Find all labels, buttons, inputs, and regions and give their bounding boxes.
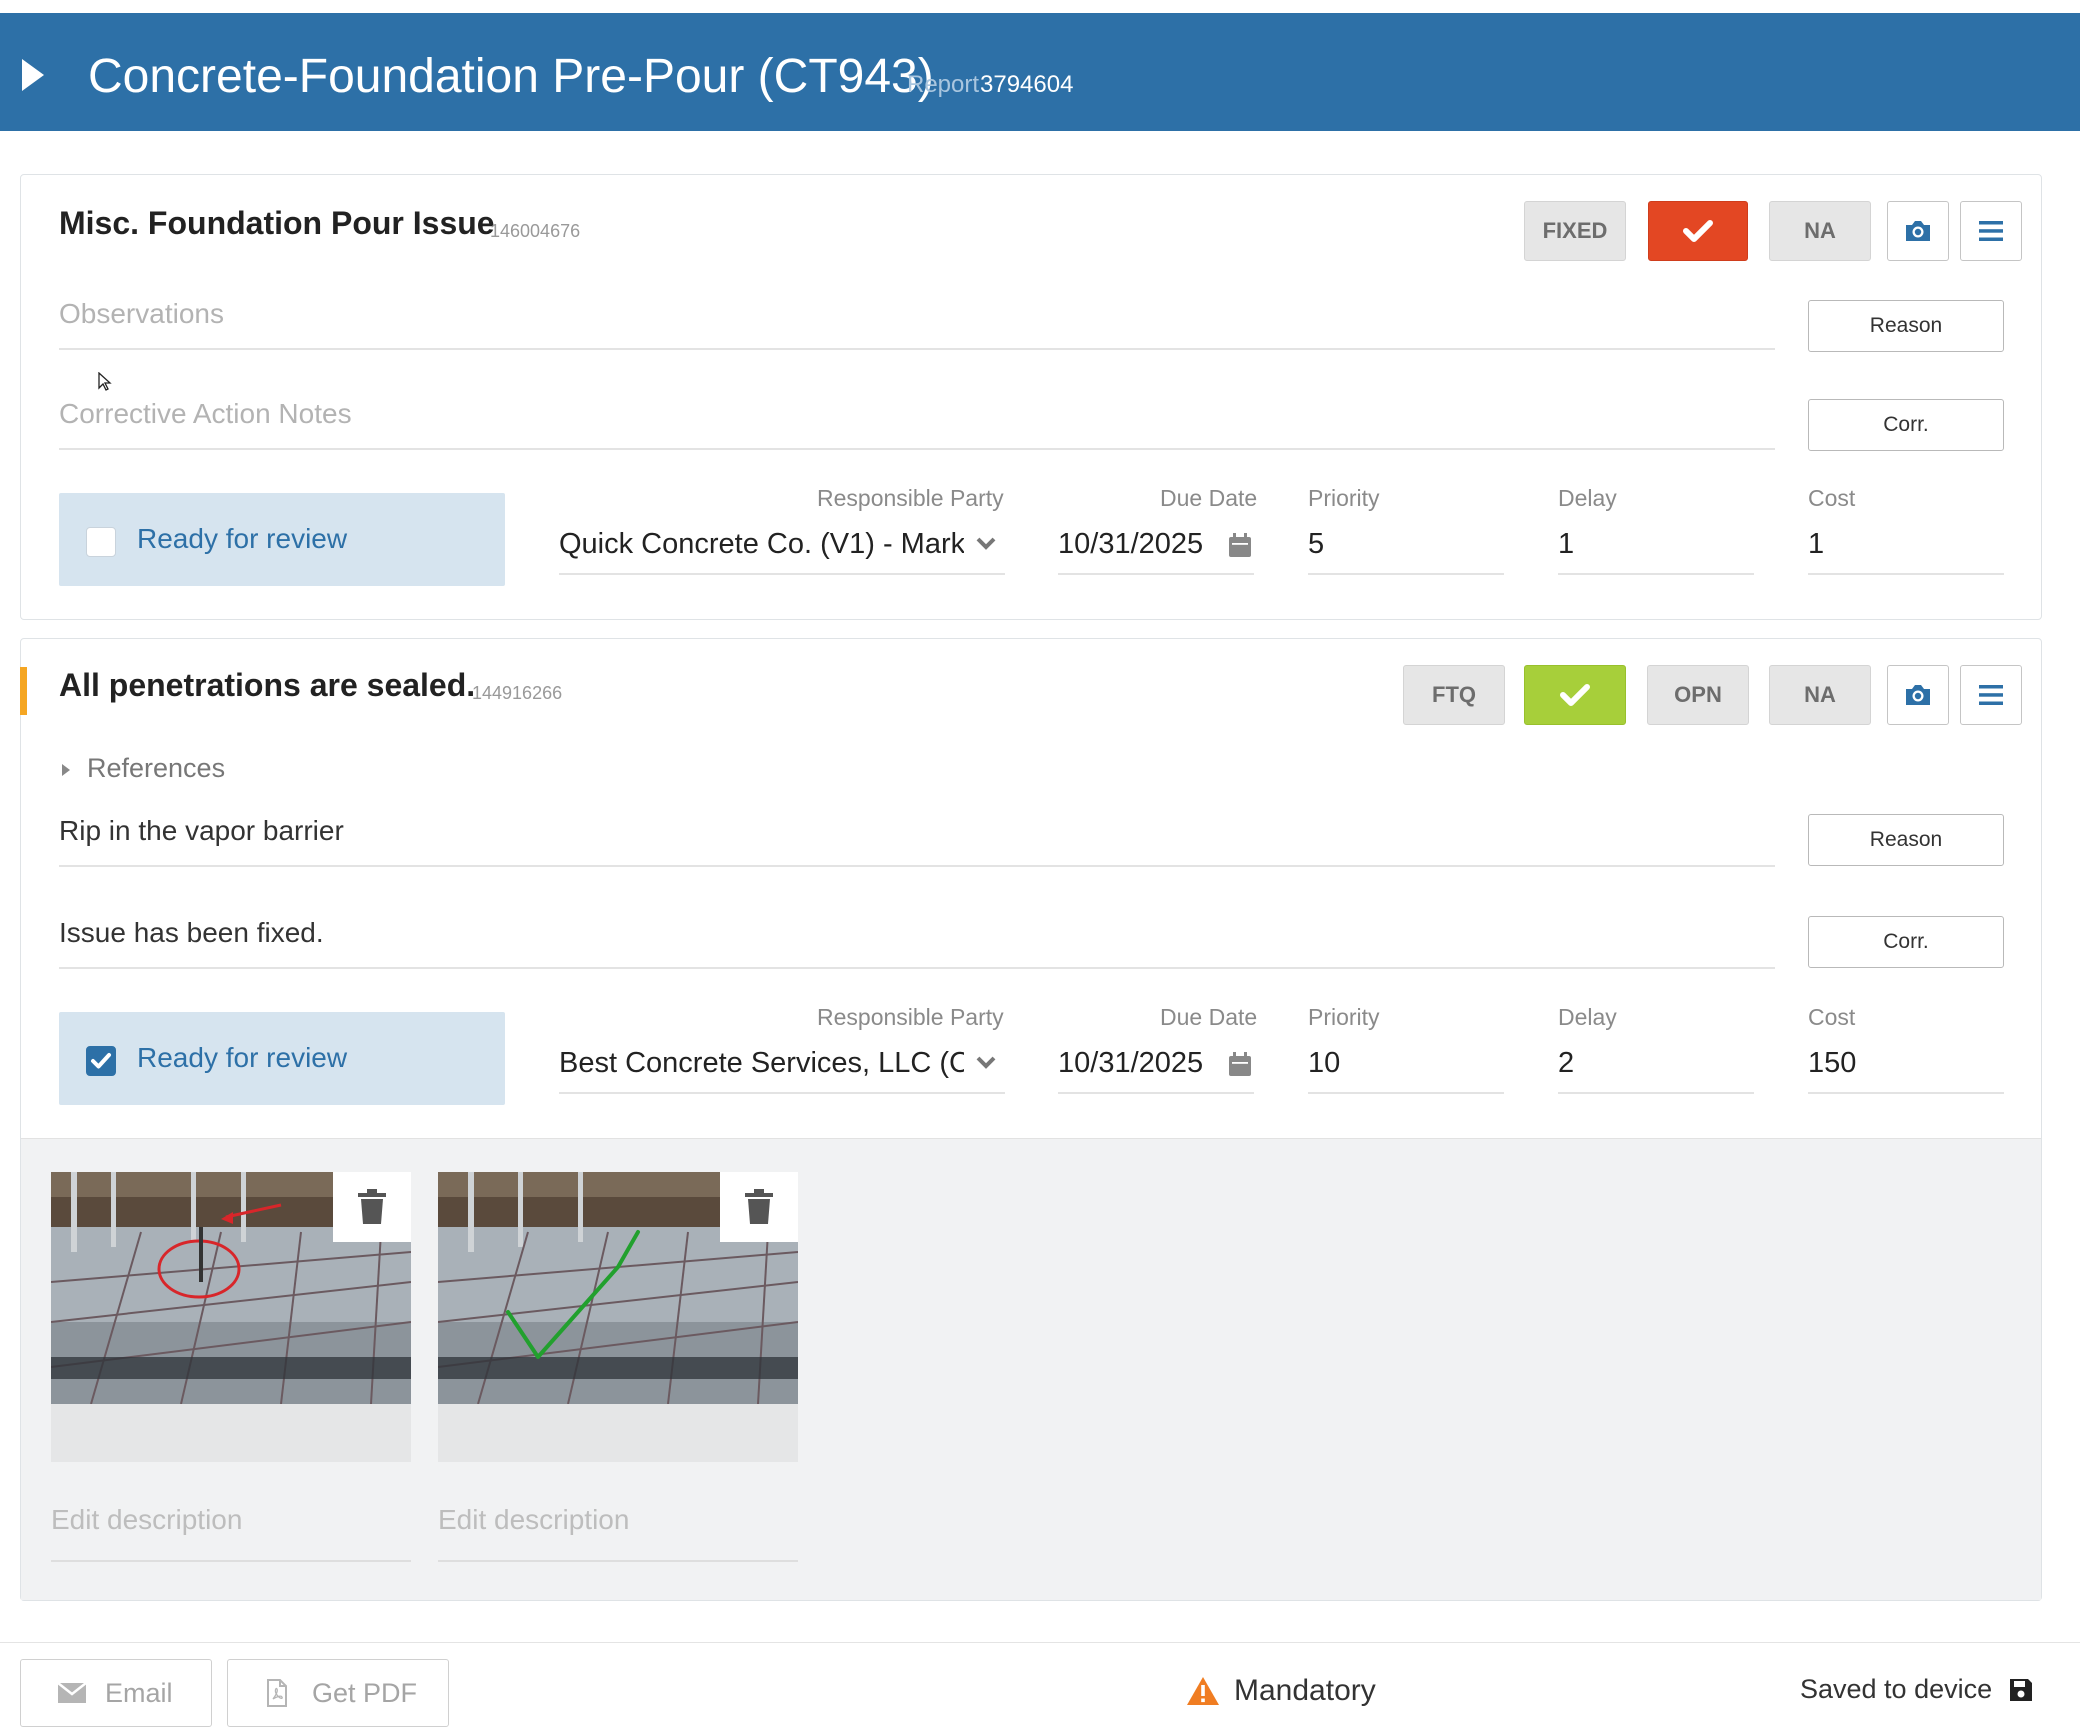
reason-button[interactable]: Reason: [1808, 814, 2004, 866]
item-id: 146004676: [490, 221, 581, 241]
save-icon: [2010, 1678, 2033, 1701]
mandatory-indicator[interactable]: Mandatory: [1186, 1674, 1376, 1708]
priority-label: Priority: [1308, 1004, 1380, 1030]
saved-label: Saved to device: [1800, 1674, 1993, 1704]
camera-icon: [1906, 685, 1930, 705]
ready-label: Ready for review: [137, 1042, 348, 1073]
priority-field[interactable]: 5: [1308, 515, 1504, 575]
responsible-party-label: Responsible Party: [817, 1004, 1004, 1030]
corrective-action-field[interactable]: Corrective Action Notes: [59, 380, 1775, 450]
checkmark-icon: [91, 1053, 111, 1069]
responsible-party-select[interactable]: Best Concrete Services, LLC (CC: [559, 1034, 1005, 1094]
cost-field[interactable]: 150: [1808, 1034, 2004, 1094]
camera-button[interactable]: [1887, 201, 1949, 261]
photo-description-field[interactable]: Edit description: [438, 1484, 798, 1562]
footer-divider: [0, 1642, 2080, 1643]
warning-icon: [1187, 1677, 1219, 1705]
due-date-value: 10/31/2025: [1058, 527, 1204, 560]
checkmark-icon: [1560, 684, 1590, 706]
priority-label: Priority: [1308, 485, 1380, 511]
item-title: All penetrations are sealed.: [59, 667, 476, 703]
corrective-action-field[interactable]: Issue has been fixed.: [59, 899, 1775, 969]
envelope-icon: [57, 1682, 87, 1703]
photo-gallery: Edit description Edit description: [21, 1138, 2041, 1600]
mandatory-label: Mandatory: [1234, 1674, 1376, 1707]
photo-thumbnail[interactable]: [51, 1172, 411, 1462]
camera-icon: [1906, 221, 1930, 241]
ready-checkbox[interactable]: [86, 1046, 116, 1076]
priority-field[interactable]: 10: [1308, 1034, 1504, 1094]
item-title: Misc. Foundation Pour Issue: [59, 205, 495, 241]
references-label: References: [87, 753, 226, 783]
menu-button[interactable]: [1960, 201, 2022, 261]
report-label: Report: [907, 71, 980, 98]
item-id: 144916266: [472, 683, 563, 703]
due-date-field[interactable]: 10/31/2025: [1058, 515, 1254, 575]
na-button[interactable]: NA: [1769, 665, 1871, 725]
responsible-party-value: Best Concrete Services, LLC (CC: [559, 1046, 964, 1079]
menu-icon: [1979, 685, 2003, 705]
ready-checkbox[interactable]: [86, 527, 116, 557]
references-toggle[interactable]: References: [59, 753, 225, 784]
trash-icon: [358, 1189, 386, 1224]
ready-for-review-toggle[interactable]: Ready for review: [59, 1012, 505, 1105]
get-pdf-label: Get PDF: [312, 1677, 418, 1708]
check-button[interactable]: [1648, 201, 1748, 261]
checklist-item-card: Misc. Foundation Pour Issue 146004676 FI…: [20, 174, 2042, 620]
fixed-button[interactable]: FIXED: [1524, 201, 1626, 261]
due-date-label: Due Date: [1160, 485, 1258, 511]
photo-description-field[interactable]: Edit description: [51, 1484, 411, 1562]
report-header: Concrete-Foundation Pre-Pour (CT943) Rep…: [0, 13, 2080, 131]
page-title: Concrete-Foundation Pre-Pour (CT943): [88, 50, 934, 103]
cost-field[interactable]: 1: [1808, 515, 2004, 575]
responsible-party-select[interactable]: Quick Concrete Co. (V1) - Mark (: [559, 515, 1005, 575]
get-pdf-button[interactable]: Get PDF: [227, 1659, 449, 1727]
delay-field[interactable]: 2: [1558, 1034, 1754, 1094]
menu-icon: [1979, 221, 2003, 241]
mouse-cursor-icon: [98, 372, 112, 391]
email-button[interactable]: Email: [20, 1659, 212, 1727]
na-button[interactable]: NA: [1769, 201, 1871, 261]
calendar-icon[interactable]: [1228, 532, 1252, 558]
delete-photo-button[interactable]: [720, 1172, 798, 1242]
email-label: Email: [105, 1677, 173, 1708]
corr-button[interactable]: Corr.: [1808, 916, 2004, 968]
cost-label: Cost: [1808, 1004, 1856, 1030]
ready-for-review-toggle[interactable]: Ready for review: [59, 493, 505, 586]
mandatory-flag: [20, 667, 27, 715]
due-date-label: Due Date: [1160, 1004, 1258, 1030]
checklist-item-card: All penetrations are sealed. 144916266 F…: [20, 638, 2042, 1601]
observations-field[interactable]: Rip in the vapor barrier: [59, 797, 1775, 867]
check-button[interactable]: [1524, 665, 1626, 725]
chevron-down-icon: [976, 537, 996, 550]
chevron-down-icon: [976, 1056, 996, 1069]
photo-thumbnail[interactable]: [438, 1172, 798, 1462]
reason-button[interactable]: Reason: [1808, 300, 2004, 352]
pdf-file-icon: [267, 1679, 287, 1707]
cost-label: Cost: [1808, 485, 1856, 511]
sidebar-toggle-icon[interactable]: [20, 57, 46, 93]
menu-button[interactable]: [1960, 665, 2022, 725]
caret-right-icon: [62, 763, 70, 776]
responsible-party-value: Quick Concrete Co. (V1) - Mark (: [559, 527, 964, 560]
delay-label: Delay: [1558, 1004, 1617, 1030]
delete-photo-button[interactable]: [333, 1172, 411, 1242]
delay-label: Delay: [1558, 485, 1617, 511]
camera-button[interactable]: [1887, 665, 1949, 725]
trash-icon: [745, 1189, 773, 1224]
ftq-button[interactable]: FTQ: [1403, 665, 1505, 725]
calendar-icon[interactable]: [1228, 1051, 1252, 1077]
save-status: Saved to device: [1800, 1674, 2034, 1705]
delay-field[interactable]: 1: [1558, 515, 1754, 575]
observations-field[interactable]: Observations: [59, 280, 1775, 350]
due-date-field[interactable]: 10/31/2025: [1058, 1034, 1254, 1094]
opn-button[interactable]: OPN: [1647, 665, 1749, 725]
corr-button[interactable]: Corr.: [1808, 399, 2004, 451]
ready-label: Ready for review: [137, 523, 348, 554]
due-date-value: 10/31/2025: [1058, 1046, 1204, 1079]
responsible-party-label: Responsible Party: [817, 485, 1004, 511]
checkmark-icon: [1683, 220, 1713, 242]
report-number: 3794604: [980, 71, 1074, 98]
